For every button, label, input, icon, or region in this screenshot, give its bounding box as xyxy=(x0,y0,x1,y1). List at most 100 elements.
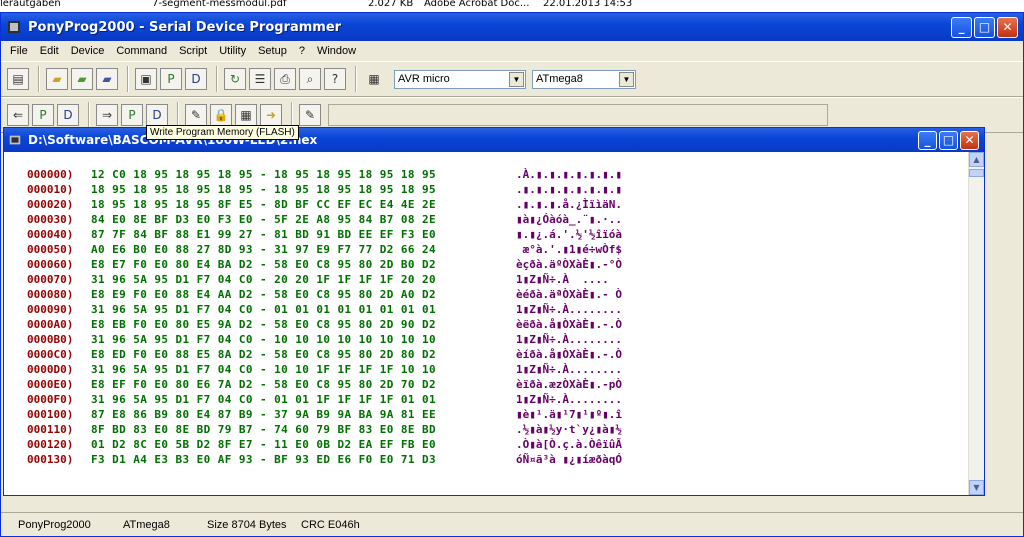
menu-setup[interactable]: Setup xyxy=(252,45,293,57)
hex-row[interactable]: 000120) 01 D2 8C E0 5B D2 8F E7 - 11 E0 0… xyxy=(4,437,970,452)
read-program-button[interactable]: P xyxy=(32,104,54,126)
hex-row-bytes[interactable]: F3 D1 A4 E3 B3 E0 AF 93 - BF 93 ED E6 F0… xyxy=(91,452,436,467)
print-button[interactable]: ⎙ xyxy=(274,68,296,90)
device-model-select[interactable]: ATmega8 ▼ xyxy=(532,69,636,89)
reload-button[interactable]: ↻ xyxy=(224,68,246,90)
hex-row[interactable]: 0000B0) 31 96 5A 95 D1 F7 04 C0 - 10 10 1… xyxy=(4,332,970,347)
minimize-button[interactable]: _ xyxy=(951,16,972,38)
hex-row-ascii[interactable]: ▮è▮¹.ä▮¹7▮¹▮º▮.î xyxy=(516,407,622,422)
hex-row-ascii[interactable]: æ°à.'.▮1▮é÷wÒf$ xyxy=(516,242,622,257)
menu-edit[interactable]: Edit xyxy=(34,45,65,57)
hex-row-ascii[interactable]: .Ò▮à[Ò.ç.à.ÒêïûÃ xyxy=(516,437,622,452)
hex-row[interactable]: 0000C0) E8 ED F0 E0 88 E5 8A D2 - 58 E0 C… xyxy=(4,347,970,362)
menu-file[interactable]: File xyxy=(4,45,34,57)
hex-row-bytes[interactable]: 8F BD 83 E0 8E BD 79 B7 - 74 60 79 BF 83… xyxy=(91,422,436,437)
hex-row-ascii[interactable]: èëðà.å▮ÒXàÈ▮.-.Ò xyxy=(516,317,622,332)
close-button[interactable]: ✕ xyxy=(997,16,1018,38)
hex-row-bytes[interactable]: 31 96 5A 95 D1 F7 04 C0 - 10 10 10 10 10… xyxy=(91,332,436,347)
hex-row-ascii[interactable]: .▮.▮.▮.å.¿ÌïìäN. xyxy=(516,197,622,212)
hex-row[interactable]: 000090) 31 96 5A 95 D1 F7 04 C0 - 01 01 0… xyxy=(4,302,970,317)
write-all-button[interactable]: ⇒ xyxy=(96,104,118,126)
hex-row[interactable]: 000060) E8 E7 F0 E0 80 E4 BA D2 - 58 E0 C… xyxy=(4,257,970,272)
erase-button[interactable]: ✎ xyxy=(185,104,207,126)
child-maximize-button[interactable]: □ xyxy=(939,130,958,150)
hex-row[interactable]: 0000D0) 31 96 5A 95 D1 F7 04 C0 - 10 10 1… xyxy=(4,362,970,377)
hex-row-bytes[interactable]: A0 E6 B0 E0 88 27 8D 93 - 31 97 E9 F7 77… xyxy=(91,242,436,257)
maximize-button[interactable]: □ xyxy=(974,16,995,38)
open-program-button[interactable]: ▰ xyxy=(71,68,93,90)
hex-row[interactable]: 000050) A0 E6 B0 E0 88 27 8D 93 - 31 97 E… xyxy=(4,242,970,257)
hex-row-ascii[interactable]: èíðà.å▮ÒXàÈ▮.-.Ò xyxy=(516,347,622,362)
menu-command[interactable]: Command xyxy=(110,45,173,57)
hex-row-ascii[interactable]: èçðà.äºÒXàÈ▮.-°Ò xyxy=(516,257,622,272)
hex-row-bytes[interactable]: E8 EF F0 E0 80 E6 7A D2 - 58 E0 C8 95 80… xyxy=(91,377,436,392)
hex-row-ascii[interactable]: .½▮à▮½y·t`y¿▮à▮½ xyxy=(516,422,622,437)
hex-row-bytes[interactable]: 01 D2 8C E0 5B D2 8F E7 - 11 E0 0B D2 EA… xyxy=(91,437,436,452)
hex-row-ascii[interactable]: ▮à▮¿Óàóà_.¨▮.·.. xyxy=(516,212,622,227)
device-family-select[interactable]: AVR micro ▼ xyxy=(394,69,526,89)
hex-row[interactable]: 000070) 31 96 5A 95 D1 F7 04 C0 - 20 20 1… xyxy=(4,272,970,287)
hex-row-ascii[interactable]: 1▮Z▮Ñ÷.À .... xyxy=(516,272,622,287)
hex-row-bytes[interactable]: 31 96 5A 95 D1 F7 04 C0 - 01 01 1F 1F 1F… xyxy=(91,392,436,407)
hex-row-ascii[interactable]: .À.▮.▮.▮.▮.▮.▮.▮ xyxy=(516,167,622,182)
hex-row[interactable]: 000100) 87 E8 86 B9 80 E4 87 B9 - 37 9A B… xyxy=(4,407,970,422)
write-data-button[interactable]: D xyxy=(146,104,168,126)
menu-help[interactable]: ? xyxy=(293,45,311,57)
hex-row[interactable]: 000020) 18 95 18 95 18 95 8F E5 - 8D BF C… xyxy=(4,197,970,212)
save-data-button[interactable]: D xyxy=(185,68,207,90)
scroll-down-button[interactable]: ▼ xyxy=(969,480,984,495)
hex-row-bytes[interactable]: 31 96 5A 95 D1 F7 04 C0 - 10 10 1F 1F 1F… xyxy=(91,362,436,377)
menu-utility[interactable]: Utility xyxy=(213,45,252,57)
save-program-button[interactable]: P xyxy=(160,68,182,90)
help-button[interactable]: ? xyxy=(324,68,346,90)
edit-note-button[interactable]: ☰ xyxy=(249,68,271,90)
hex-row[interactable]: 000040) 87 7F 84 BF 88 E1 99 27 - 81 BD 9… xyxy=(4,227,970,242)
script-button[interactable]: ✎ xyxy=(299,104,321,126)
hex-row[interactable]: 000030) 84 E0 8E BF D3 E0 F3 E0 - 5F 2E A… xyxy=(4,212,970,227)
hex-row-ascii[interactable]: 1▮Z▮Ñ÷.À........ xyxy=(516,302,622,317)
vertical-scrollbar[interactable]: ▲ ▼ xyxy=(968,152,984,495)
open-data-button[interactable]: ▰ xyxy=(96,68,118,90)
read-data-button[interactable]: D xyxy=(57,104,79,126)
chevron-down-icon[interactable]: ▼ xyxy=(619,71,634,87)
hex-row-bytes[interactable]: 84 E0 8E BF D3 E0 F3 E0 - 5F 2E A8 95 84… xyxy=(91,212,436,227)
hex-row-bytes[interactable]: E8 EB F0 E0 80 E5 9A D2 - 58 E0 C8 95 80… xyxy=(91,317,436,332)
hex-row-ascii[interactable]: èéðà.äªÒXàÈ▮.- Ò xyxy=(516,287,622,302)
hex-row-ascii[interactable]: 1▮Z▮Ñ÷.À........ xyxy=(516,392,622,407)
hex-view[interactable]: 000000) 12 C0 18 95 18 95 18 95 - 18 95 1… xyxy=(4,152,970,495)
hex-row[interactable]: 0000E0) E8 EF F0 E0 80 E6 7A D2 - 58 E0 C… xyxy=(4,377,970,392)
hex-row[interactable]: 000130) F3 D1 A4 E3 B3 E0 AF 93 - BF 93 E… xyxy=(4,452,970,467)
hex-row-bytes[interactable]: E8 E9 F0 E0 88 E4 AA D2 - 58 E0 C8 95 80… xyxy=(91,287,436,302)
find-button[interactable]: ⌕ xyxy=(299,68,321,90)
hex-row-bytes[interactable]: E8 E7 F0 E0 80 E4 BA D2 - 58 E0 C8 95 80… xyxy=(91,257,436,272)
read-all-button[interactable]: ⇐ xyxy=(7,104,29,126)
hex-row-bytes[interactable]: 87 E8 86 B9 80 E4 87 B9 - 37 9A B9 9A BA… xyxy=(91,407,436,422)
hex-row-bytes[interactable]: E8 ED F0 E0 88 E5 8A D2 - 58 E0 C8 95 80… xyxy=(91,347,436,362)
hex-row-bytes[interactable]: 87 7F 84 BF 88 E1 99 27 - 81 BD 91 BD EE… xyxy=(91,227,436,242)
hex-row[interactable]: 000010) 18 95 18 95 18 95 18 95 - 18 95 1… xyxy=(4,182,970,197)
hex-row[interactable]: 0000F0) 31 96 5A 95 D1 F7 04 C0 - 01 01 1… xyxy=(4,392,970,407)
menu-script[interactable]: Script xyxy=(173,45,213,57)
hex-row[interactable]: 000080) E8 E9 F0 E0 88 E4 AA D2 - 58 E0 C… xyxy=(4,287,970,302)
hex-row-bytes[interactable]: 18 95 18 95 18 95 8F E5 - 8D BF CC EF EC… xyxy=(91,197,436,212)
config-bits-button[interactable]: ▦ xyxy=(235,104,257,126)
save-button[interactable]: ▣ xyxy=(135,68,157,90)
hex-row-bytes[interactable]: 31 96 5A 95 D1 F7 04 C0 - 20 20 1F 1F 1F… xyxy=(91,272,436,287)
hex-row-bytes[interactable]: 12 C0 18 95 18 95 18 95 - 18 95 18 95 18… xyxy=(91,167,436,182)
chevron-down-icon[interactable]: ▼ xyxy=(509,71,524,87)
hex-row-ascii[interactable]: ▮.▮¿.á.'.½'½îïóà xyxy=(516,227,622,242)
hex-row-bytes[interactable]: 31 96 5A 95 D1 F7 04 C0 - 01 01 01 01 01… xyxy=(91,302,436,317)
chip-button[interactable]: ▦ xyxy=(363,68,385,90)
child-minimize-button[interactable]: _ xyxy=(918,130,937,150)
hex-row-ascii[interactable]: .▮.▮.▮.▮.▮.▮.▮.▮ xyxy=(516,182,622,197)
title-bar[interactable]: PonyProg2000 - Serial Device Programmer … xyxy=(1,13,1023,41)
hex-row-ascii[interactable]: èïðà.æzÒXàÈ▮.-pÒ xyxy=(516,377,622,392)
new-button[interactable]: ▤ xyxy=(7,68,29,90)
hex-row[interactable]: 000000) 12 C0 18 95 18 95 18 95 - 18 95 1… xyxy=(4,167,970,182)
hex-row-ascii[interactable]: 1▮Z▮Ñ÷.À........ xyxy=(516,362,622,377)
open-button[interactable]: ▰ xyxy=(46,68,68,90)
hex-row[interactable]: 0000A0) E8 EB F0 E0 80 E5 9A D2 - 58 E0 C… xyxy=(4,317,970,332)
hex-row-ascii[interactable]: 1▮Z▮Ñ÷.À........ xyxy=(516,332,622,347)
child-close-button[interactable]: ✕ xyxy=(960,130,979,150)
next-button[interactable]: ➜ xyxy=(260,104,282,126)
